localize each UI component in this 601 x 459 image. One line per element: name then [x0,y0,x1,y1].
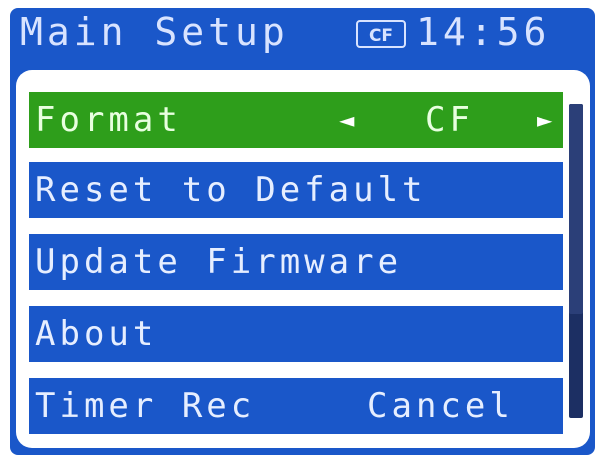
menu-item-update-firmware[interactable]: Update Firmware [29,234,563,290]
menu-item-label: Reset to Default [35,170,427,210]
triangle-left-icon[interactable]: ◄ [339,92,358,148]
triangle-right-icon[interactable]: ► [537,92,556,148]
device-screen: Main Setup CF 14:56 Format ◄ CF ► Reset … [0,0,601,459]
menu-item-value: Cancel [367,386,514,426]
scrollbar[interactable] [569,104,583,418]
menu-item-about[interactable]: About [29,306,563,362]
menu-item-label: Format [35,100,182,140]
scrollbar-thumb[interactable] [569,104,583,314]
media-badge: CF [356,20,406,48]
menu-item-label: Timer Rec [35,386,256,426]
menu-item-label: Update Firmware [35,242,403,282]
menu-item-reset-to-default[interactable]: Reset to Default [29,162,563,218]
menu-panel: Format ◄ CF ► Reset to Default Update Fi… [16,70,590,448]
menu-item-timer-rec[interactable]: Timer Rec Cancel [29,378,563,434]
page-title: Main Setup [20,10,289,54]
lcd-display: Main Setup CF 14:56 Format ◄ CF ► Reset … [10,8,595,455]
menu-item-value: CF [425,100,474,140]
header-bar: Main Setup CF 14:56 [20,8,595,70]
menu-item-format[interactable]: Format ◄ CF ► [29,92,563,148]
menu-item-label: About [35,314,158,354]
clock: 14:56 [416,10,551,54]
